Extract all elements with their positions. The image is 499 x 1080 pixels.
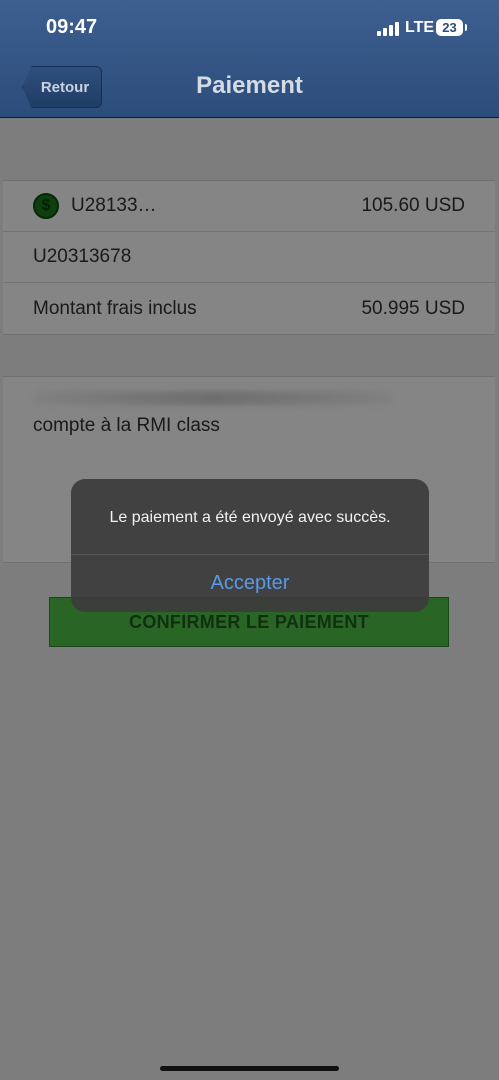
battery-icon: 23 (436, 19, 467, 36)
page-title: Paiement (196, 72, 303, 99)
signal-icon (377, 22, 401, 36)
status-time: 09:47 (46, 16, 98, 38)
alert-message: Le paiement a été envoyé avec succès. (109, 509, 391, 526)
network-type: LTE (405, 19, 435, 36)
home-indicator[interactable] (160, 1066, 339, 1071)
accept-button[interactable]: Accepter (71, 555, 429, 612)
success-alert: Le paiement a été envoyé avec succès. Ac… (71, 479, 429, 612)
nav-bar: 09:47 LTE 23 Retour Paiement (0, 0, 499, 118)
